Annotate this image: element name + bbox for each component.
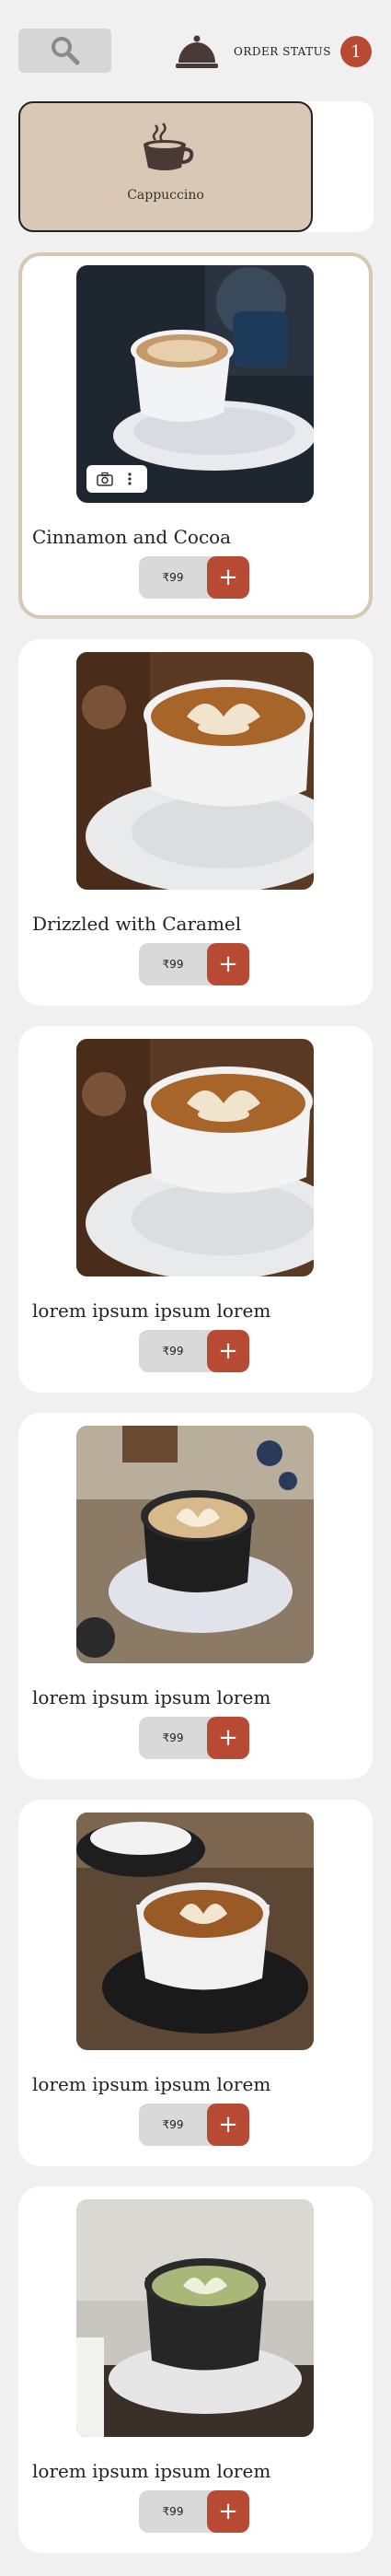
price-pill: ₹99 + [139, 1717, 249, 1759]
camera-icon[interactable] [95, 469, 115, 489]
product-price: ₹99 [162, 958, 184, 971]
product-card[interactable]: lorem ipsum ipsum lorem ₹99 + [18, 1800, 373, 2166]
product-photo [76, 2199, 314, 2437]
product-title: lorem ipsum ipsum lorem [32, 2460, 271, 2482]
add-to-cart-button[interactable]: + [207, 1330, 249, 1372]
product-photo [76, 1813, 314, 2050]
product-price: ₹99 [162, 2505, 184, 2518]
product-price: ₹99 [162, 1731, 184, 1744]
product-price: ₹99 [162, 2118, 184, 2131]
more-options-icon[interactable] [120, 469, 140, 489]
search-icon [51, 37, 79, 65]
product-title: lorem ipsum ipsum lorem [32, 2073, 271, 2095]
product-photo [76, 652, 314, 890]
product-price: ₹99 [162, 571, 184, 584]
order-status-button[interactable]: ORDER STATUS 1 [173, 31, 373, 72]
product-card[interactable]: lorem ipsum ipsum lorem ₹99 + [18, 2186, 373, 2553]
add-to-cart-button[interactable]: + [207, 2490, 249, 2533]
product-card[interactable]: lorem ipsum ipsum lorem ₹99 + [18, 1026, 373, 1393]
product-price: ₹99 [162, 1345, 184, 1358]
order-status-label: ORDER STATUS [234, 45, 332, 58]
product-card[interactable]: Drizzled with Caramel ₹99 + [18, 639, 373, 1006]
product-photo [76, 1039, 314, 1276]
add-to-cart-button[interactable]: + [207, 556, 249, 599]
product-photo [76, 1426, 314, 1663]
cloche-icon [176, 35, 218, 68]
category-cappuccino[interactable]: Cappuccino [18, 101, 313, 232]
product-card[interactable]: Cinnamon and Cocoa ₹99 + [18, 252, 373, 619]
product-title: Cinnamon and Cocoa [32, 526, 232, 548]
price-pill: ₹99 + [139, 556, 249, 599]
category-label: Cappuccino [127, 188, 204, 203]
photo-tools [86, 465, 147, 493]
price-pill: ₹99 + [139, 2104, 249, 2146]
category-row: Cappuccino [18, 101, 374, 232]
add-to-cart-button[interactable]: + [207, 1717, 249, 1759]
price-pill: ₹99 + [139, 943, 249, 985]
search-button[interactable] [18, 29, 111, 73]
coffee-cup-icon [144, 122, 194, 170]
product-photo [76, 265, 314, 503]
price-pill: ₹99 + [139, 2490, 249, 2533]
product-title: lorem ipsum ipsum lorem [32, 1300, 271, 1322]
product-title: lorem ipsum ipsum lorem [32, 1686, 271, 1708]
price-pill: ₹99 + [139, 1330, 249, 1372]
top-bar: ORDER STATUS 1 [0, 0, 391, 101]
product-card[interactable]: lorem ipsum ipsum lorem ₹99 + [18, 1413, 373, 1779]
add-to-cart-button[interactable]: + [207, 2104, 249, 2146]
add-to-cart-button[interactable]: + [207, 943, 249, 985]
order-count-badge: 1 [340, 36, 373, 67]
product-title: Drizzled with Caramel [32, 913, 242, 935]
